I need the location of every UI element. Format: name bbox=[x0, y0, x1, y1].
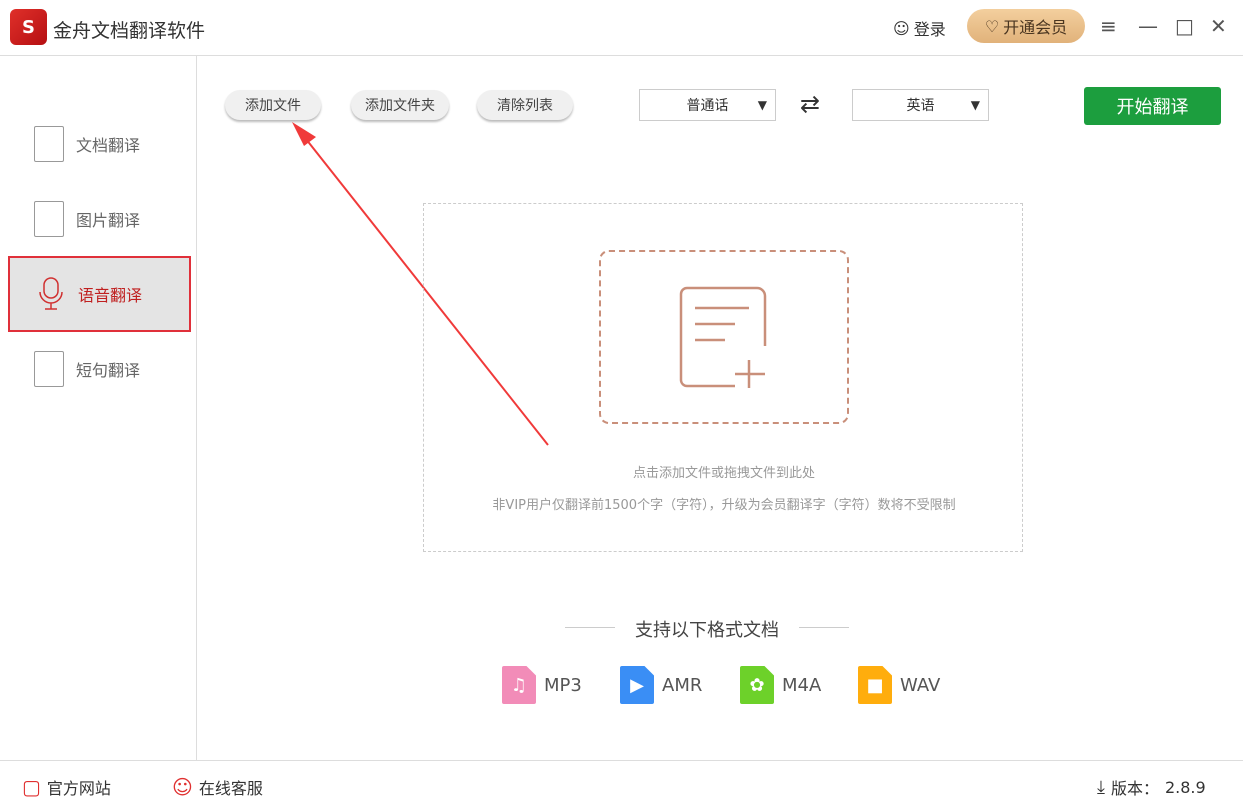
version-info[interactable]: ⤓ 版本： 2.8.9 bbox=[1097, 775, 1206, 799]
monitor-icon: ▢ bbox=[22, 775, 41, 799]
drop-hint: 点击添加文件或拖拽文件到此处 bbox=[632, 466, 815, 481]
format-label: M4A bbox=[782, 674, 822, 696]
add-file-area[interactable] bbox=[599, 250, 849, 424]
film-reel-icon: ✿ bbox=[740, 666, 774, 704]
format-amr: ▶ AMR bbox=[620, 666, 702, 704]
file-drop-zone[interactable]: 点击添加文件或拖拽文件到此处 非VIP用户仅翻译前1500个字（字符），升级为会… bbox=[423, 203, 1023, 552]
format-label: AMR bbox=[662, 674, 703, 696]
website-label: 官方网站 bbox=[46, 779, 111, 798]
version-label: 版本： bbox=[1110, 779, 1159, 798]
download-icon: ⤓ bbox=[1097, 776, 1105, 798]
support-label: 在线客服 bbox=[198, 779, 263, 798]
online-support-link[interactable]: ☺ 在线客服 bbox=[172, 775, 263, 799]
format-label: MP3 bbox=[544, 674, 582, 696]
music-icon: ♫ bbox=[502, 666, 536, 704]
format-mp3: ♫ MP3 bbox=[502, 666, 582, 704]
format-m4a: ✿ M4A bbox=[740, 666, 821, 704]
vip-limit-hint: 非VIP用户仅翻译前1500个字（字符），升级为会员翻译字（字符）数将不受限制 bbox=[492, 498, 956, 513]
format-label: WAV bbox=[900, 674, 941, 696]
add-document-icon bbox=[679, 286, 767, 388]
play-icon: ▶ bbox=[620, 666, 654, 704]
video-camera-icon: ■ bbox=[858, 666, 892, 704]
supported-formats-title: 支持以下格式文档 bbox=[565, 616, 849, 642]
official-website-link[interactable]: ▢ 官方网站 bbox=[22, 775, 111, 799]
support-agent-icon: ☺ bbox=[172, 775, 193, 799]
format-wav: ■ WAV bbox=[858, 666, 940, 704]
footer: ▢ 官方网站 ☺ 在线客服 ⤓ 版本： 2.8.9 bbox=[0, 760, 1243, 807]
version-number: 2.8.9 bbox=[1164, 777, 1206, 797]
